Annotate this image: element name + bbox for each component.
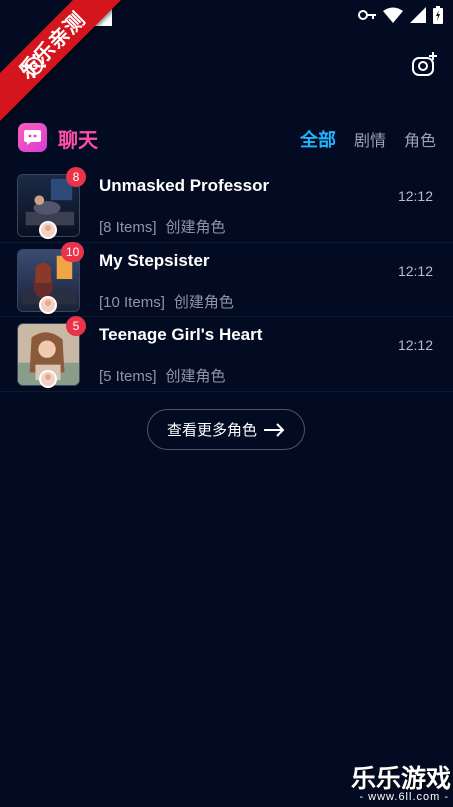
chat-header: 聊天 全部 剧情 角色 <box>18 122 436 152</box>
site-watermark: 乐乐游戏 - www.6ll.com - <box>339 759 453 807</box>
wifi-icon <box>383 7 403 23</box>
unread-badge: 8 <box>66 167 86 187</box>
camera-add-icon[interactable] <box>411 52 437 78</box>
view-more-characters-button[interactable]: 查看更多角色 <box>147 409 305 450</box>
tab-character[interactable]: 角色 <box>404 127 436 151</box>
user-avatar-icon <box>39 295 57 314</box>
chat-item-teenage-girls-heart[interactable]: 5 Teenage Girl's Heart 12:12 [5 Items] 创建… <box>0 316 453 392</box>
chat-time: 12:12 <box>397 188 433 204</box>
tab-all[interactable]: 全部 <box>300 126 336 152</box>
chat-time: 12:12 <box>397 262 433 279</box>
arrow-right-icon <box>264 422 285 437</box>
chat-name: Teenage Girl's Heart <box>99 325 263 344</box>
user-avatar-icon <box>39 370 57 388</box>
chat-name: My Stepsister <box>99 250 210 270</box>
user-avatar-icon <box>39 221 57 239</box>
battery-icon <box>433 6 443 24</box>
watermark-url: - www.6ll.com - <box>359 791 449 803</box>
item-count: [10 Items] <box>99 293 165 311</box>
watermark-title: 乐乐游戏 <box>350 764 451 793</box>
status-bar <box>0 0 453 32</box>
page-title: 聊天 <box>58 128 98 152</box>
item-count: [5 Items] <box>99 368 157 385</box>
gear-icon[interactable] <box>21 53 47 79</box>
chat-time: 12:12 <box>397 337 433 353</box>
role-label: 创建角色 <box>165 218 226 236</box>
item-count: [8 Items] <box>99 219 157 236</box>
key-icon <box>358 10 376 20</box>
view-more-label: 查看更多角色 <box>166 421 257 439</box>
unread-badge: 5 <box>66 316 86 336</box>
chat-item-my-stepsister[interactable]: 10 My Stepsister 12:12 [10 Items] 创建角色 <box>0 241 453 317</box>
tab-bar: 全部 剧情 角色 <box>300 126 436 152</box>
chat-meta: [8 Items] 创建角色 <box>99 216 226 237</box>
chat-meta: [5 Items] 创建角色 <box>99 365 226 386</box>
signal-icon <box>410 7 426 23</box>
chat-meta: [10 Items] 创建角色 <box>99 291 234 312</box>
tab-story[interactable]: 剧情 <box>354 127 386 151</box>
role-label: 创建角色 <box>173 292 234 311</box>
chat-name: Unmasked Professor <box>99 176 270 195</box>
chat-item-unmasked-professor[interactable]: 8 Unmasked Professor 12:12 [8 Items] 创建角色 <box>0 167 453 243</box>
role-label: 创建角色 <box>165 367 226 385</box>
notification-icon <box>93 7 112 26</box>
chat-list: 8 Unmasked Professor 12:12 [8 Items] 创建角色… <box>0 167 453 392</box>
status-icons <box>358 6 443 24</box>
chat-bubble-icon <box>18 123 47 152</box>
unread-badge: 10 <box>61 241 85 262</box>
